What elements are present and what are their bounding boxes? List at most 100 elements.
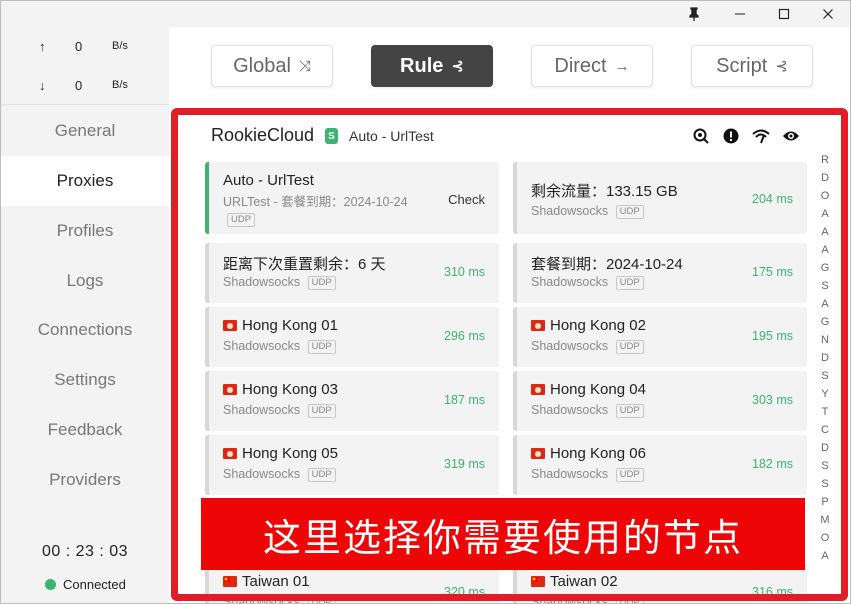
alphabet-index-letter[interactable]: S: [818, 475, 832, 493]
alphabet-index-letter[interactable]: D: [818, 349, 832, 367]
arrow-right-icon: →: [614, 57, 630, 75]
status-dot-icon: [45, 579, 56, 590]
alphabet-index-letter[interactable]: S: [818, 367, 832, 385]
alphabet-index-letter[interactable]: G: [818, 313, 832, 331]
proxy-card[interactable]: Hong Kong 06 Shadowsocks UDP 182 ms: [513, 435, 807, 495]
proxy-type-text: Shadowsocks: [223, 403, 301, 417]
proxy-card[interactable]: Hong Kong 03 Shadowsocks UDP 187 ms: [205, 371, 499, 431]
proxy-type-text: Shadowsocks: [531, 339, 609, 353]
nav-logs[interactable]: Logs: [1, 256, 169, 306]
nav-providers[interactable]: Providers: [1, 455, 169, 505]
proxy-delay[interactable]: 187 ms: [444, 393, 485, 407]
alphabet-index-letter[interactable]: R: [818, 151, 832, 169]
alphabet-index-letter[interactable]: M: [818, 511, 832, 529]
alphabet-index-letter[interactable]: A: [818, 295, 832, 313]
proxy-card[interactable]: Hong Kong 01 Shadowsocks UDP 296 ms: [205, 307, 499, 367]
proxy-card-auto[interactable]: Auto - UrlTest URLTest - 套餐到期：2024-10-24…: [205, 162, 499, 234]
nav-proxies[interactable]: Proxies: [1, 156, 169, 206]
proxy-delay[interactable]: 320 ms: [444, 585, 485, 599]
proxy-delay[interactable]: 182 ms: [752, 457, 793, 471]
proxy-name: Taiwan 02: [531, 573, 618, 590]
proxy-type: Shadowsocks UDP: [223, 339, 336, 354]
alphabet-index-letter[interactable]: T: [818, 403, 832, 421]
mode-direct-button[interactable]: Direct →: [531, 45, 653, 87]
nav-feedback[interactable]: Feedback: [1, 405, 169, 455]
proxy-type-text: Shadowsocks: [223, 339, 301, 353]
pin-icon[interactable]: [672, 1, 716, 27]
title-bar: [1, 1, 850, 27]
mode-global-button[interactable]: Global ⤨: [211, 45, 333, 87]
proxy-delay[interactable]: 303 ms: [752, 393, 793, 407]
connection-status: Connected: [45, 577, 126, 592]
proxy-card[interactable]: Hong Kong 05 Shadowsocks UDP 319 ms: [205, 435, 499, 495]
proxy-type: Shadowsocks UDP: [223, 403, 336, 418]
traffic-meter: ↑ 0 B/s ↓ 0 B/s: [1, 27, 169, 105]
proxy-name: Hong Kong 05: [223, 445, 338, 462]
alphabet-index-letter[interactable]: A: [818, 223, 832, 241]
proxy-delay[interactable]: 296 ms: [444, 329, 485, 343]
proxy-delay[interactable]: 195 ms: [752, 329, 793, 343]
alphabet-index-letter[interactable]: S: [818, 457, 832, 475]
alphabet-index-letter[interactable]: G: [818, 259, 832, 277]
alert-icon[interactable]: [721, 126, 741, 146]
mode-script-label: Script: [716, 54, 768, 77]
alphabet-index-letter[interactable]: N: [818, 331, 832, 349]
proxy-delay[interactable]: 175 ms: [752, 265, 793, 279]
check-button[interactable]: Check: [448, 192, 485, 207]
alphabet-index-letter[interactable]: A: [818, 205, 832, 223]
annotation-banner: 这里选择你需要使用的节点: [201, 498, 805, 570]
download-unit: B/s: [112, 79, 128, 91]
alphabet-index[interactable]: RDOAAAGSAGNDSYTCDSSPMOA: [818, 151, 832, 565]
proxy-type-text: Shadowsocks: [531, 403, 609, 417]
alphabet-index-letter[interactable]: A: [818, 241, 832, 259]
proxy-type: Shadowsocks UDP: [531, 204, 644, 219]
close-icon[interactable]: [806, 1, 850, 27]
proxy-type-text: Shadowsocks: [223, 275, 301, 289]
proxy-name-text: Hong Kong 04: [550, 381, 646, 398]
proxy-type: URLTest - 套餐到期：2024-10-24 UDP: [223, 194, 433, 228]
proxy-delay[interactable]: 204 ms: [752, 192, 793, 206]
hong-kong-flag-icon: [531, 384, 545, 395]
group-current-proxy: Auto - UrlTest: [349, 128, 434, 144]
hong-kong-flag-icon: [223, 320, 237, 331]
shuffle-icon: ⤨: [298, 57, 311, 75]
proxy-name: Auto - UrlTest: [223, 172, 314, 189]
nav-connections[interactable]: Connections: [1, 305, 169, 355]
locate-icon[interactable]: [691, 126, 711, 146]
mode-global-label: Global: [233, 54, 291, 77]
alphabet-index-letter[interactable]: O: [818, 529, 832, 547]
eye-icon[interactable]: [781, 126, 801, 146]
proxy-type-text: Shadowsocks: [223, 467, 301, 481]
maximize-icon[interactable]: [762, 1, 806, 27]
mode-rule-button[interactable]: Rule ⊰: [371, 45, 493, 87]
nav-settings[interactable]: Settings: [1, 355, 169, 405]
alphabet-index-letter[interactable]: O: [818, 187, 832, 205]
alphabet-index-letter[interactable]: D: [818, 169, 832, 187]
proxy-type: Shadowsocks UDP: [531, 467, 644, 482]
proxy-card[interactable]: 距离下次重置剩余：6 天 Shadowsocks UDP 310 ms: [205, 243, 499, 303]
proxy-type-text: Shadowsocks: [531, 275, 609, 289]
udp-badge: UDP: [615, 205, 644, 219]
proxy-delay[interactable]: 310 ms: [444, 265, 485, 279]
group-header[interactable]: RookieCloud S Auto - UrlTest: [169, 107, 850, 147]
alphabet-index-letter[interactable]: A: [818, 547, 832, 565]
proxy-card[interactable]: Hong Kong 02 Shadowsocks UDP 195 ms: [513, 307, 807, 367]
delay-test-icon[interactable]: [751, 126, 771, 146]
proxy-card[interactable]: 套餐到期：2024-10-24 Shadowsocks UDP 175 ms: [513, 243, 807, 303]
alphabet-index-letter[interactable]: P: [818, 493, 832, 511]
proxy-type: Shadowsocks UDP: [531, 275, 644, 290]
mode-script-button[interactable]: Script ⊰: [691, 45, 813, 87]
alphabet-index-letter[interactable]: S: [818, 277, 832, 295]
proxy-delay[interactable]: 316 ms: [752, 585, 793, 599]
alphabet-index-letter[interactable]: Y: [818, 385, 832, 403]
alphabet-index-letter[interactable]: C: [818, 421, 832, 439]
sidebar: ↑ 0 B/s ↓ 0 B/s General Proxies Profiles…: [1, 27, 169, 603]
proxy-card[interactable]: Hong Kong 04 Shadowsocks UDP 303 ms: [513, 371, 807, 431]
proxy-card[interactable]: 剩余流量：133.15 GB Shadowsocks UDP 204 ms: [513, 162, 807, 234]
proxy-delay[interactable]: 319 ms: [444, 457, 485, 471]
nav-profiles[interactable]: Profiles: [1, 206, 169, 256]
alphabet-index-letter[interactable]: D: [818, 439, 832, 457]
minimize-icon[interactable]: [718, 1, 762, 27]
upload-unit: B/s: [112, 40, 128, 52]
nav-general[interactable]: General: [1, 106, 169, 156]
